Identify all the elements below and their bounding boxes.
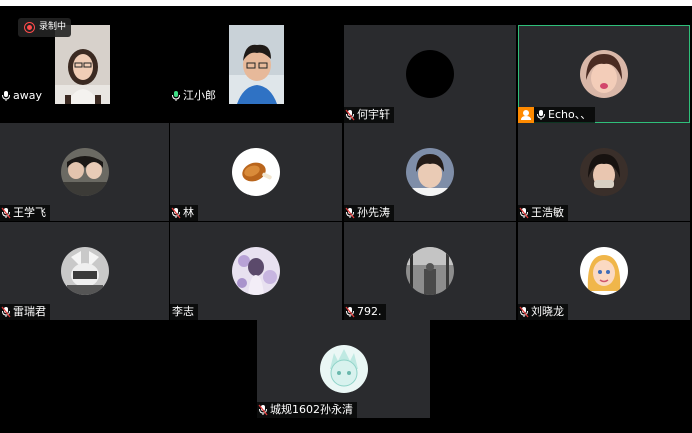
participant-label: 城规1602孙永清 — [257, 402, 357, 418]
participant-name: 王浩敏 — [531, 206, 564, 219]
participant-name: 李志 — [172, 305, 194, 318]
mic-muted-icon — [1, 207, 11, 219]
participant-label: 孙先涛 — [344, 205, 394, 221]
participant-tile-jiangxiaolang[interactable]: 江小郎 — [170, 6, 342, 104]
participant-name: 孙先涛 — [357, 206, 390, 219]
participant-tile-leiruijun[interactable]: 雷瑞君 — [0, 222, 169, 320]
participant-label: 江小郎 — [170, 88, 220, 104]
participant-name: 刘晓龙 — [531, 305, 564, 318]
participant-name: Echo、、 — [548, 108, 592, 121]
mic-muted-icon — [345, 306, 355, 318]
host-badge-icon — [518, 107, 534, 123]
recording-label: 录制中 — [39, 22, 67, 32]
avatar — [406, 50, 454, 98]
mic-on-icon — [171, 90, 181, 102]
participant-name: 792. — [357, 305, 382, 318]
record-icon — [24, 22, 35, 33]
participant-tile-wanghaomin[interactable]: 王浩敏 — [518, 123, 690, 221]
avatar — [319, 345, 368, 393]
participant-tile-sunxiantao[interactable]: 孙先涛 — [344, 123, 516, 221]
avatar — [232, 148, 280, 196]
participant-tile-792[interactable]: 792. — [344, 222, 516, 320]
avatar — [580, 247, 628, 295]
participant-name: 雷瑞君 — [13, 305, 46, 318]
avatar — [60, 148, 109, 196]
participant-name: 城规1602孙永清 — [270, 403, 353, 416]
participant-tile-wangxuefei[interactable]: 王学飞 — [0, 123, 169, 221]
participant-label: 李志 — [170, 304, 198, 320]
participant-label: 792. — [344, 304, 386, 320]
participant-tile-lin[interactable]: 林 — [170, 123, 342, 221]
participant-label: 王学飞 — [0, 205, 50, 221]
participant-name: 林 — [183, 206, 194, 219]
mic-muted-icon — [519, 306, 529, 318]
mic-on-icon — [536, 109, 546, 121]
video-grid: away 录制中 江小郎 何宇轩 Echo、、 王学飞 林 孙先涛 王浩敏 雷瑞… — [0, 6, 692, 433]
avatar — [580, 50, 628, 98]
participant-label: 何宇轩 — [344, 107, 394, 123]
participant-label: 王浩敏 — [518, 205, 568, 221]
participant-label: 刘晓龙 — [518, 304, 568, 320]
participant-label: Echo、、 — [518, 107, 596, 123]
participant-tile-echo[interactable]: Echo、、 — [518, 25, 690, 123]
participant-tile-sunyongqing[interactable]: 城规1602孙永清 — [257, 320, 430, 418]
mic-on-icon — [1, 90, 11, 102]
mic-muted-icon — [258, 404, 268, 416]
mic-muted-icon — [519, 207, 529, 219]
avatar — [580, 148, 628, 196]
mic-muted-icon — [1, 306, 11, 318]
camera-feed-jiangxiaolang — [229, 25, 284, 104]
avatar — [406, 148, 454, 196]
participant-tile-liuxiaolong[interactable]: 刘晓龙 — [518, 222, 690, 320]
participant-tile-away[interactable]: away 录制中 — [0, 6, 169, 104]
participant-name: 王学飞 — [13, 206, 46, 219]
mic-muted-icon — [345, 109, 355, 121]
participant-label: away — [0, 88, 46, 104]
participant-tile-lizhi[interactable]: 李志 — [170, 222, 342, 320]
recording-indicator[interactable]: 录制中 — [18, 18, 71, 37]
participant-name: 江小郎 — [183, 89, 216, 102]
avatar — [406, 247, 454, 295]
avatar — [60, 247, 109, 295]
avatar — [232, 247, 280, 295]
participant-name: away — [13, 89, 42, 102]
participant-label: 雷瑞君 — [0, 304, 50, 320]
participant-tile-heyuxuan[interactable]: 何宇轩 — [344, 25, 516, 123]
mic-muted-icon — [171, 207, 181, 219]
participant-label: 林 — [170, 205, 198, 221]
participant-name: 何宇轩 — [357, 108, 390, 121]
mic-muted-icon — [345, 207, 355, 219]
